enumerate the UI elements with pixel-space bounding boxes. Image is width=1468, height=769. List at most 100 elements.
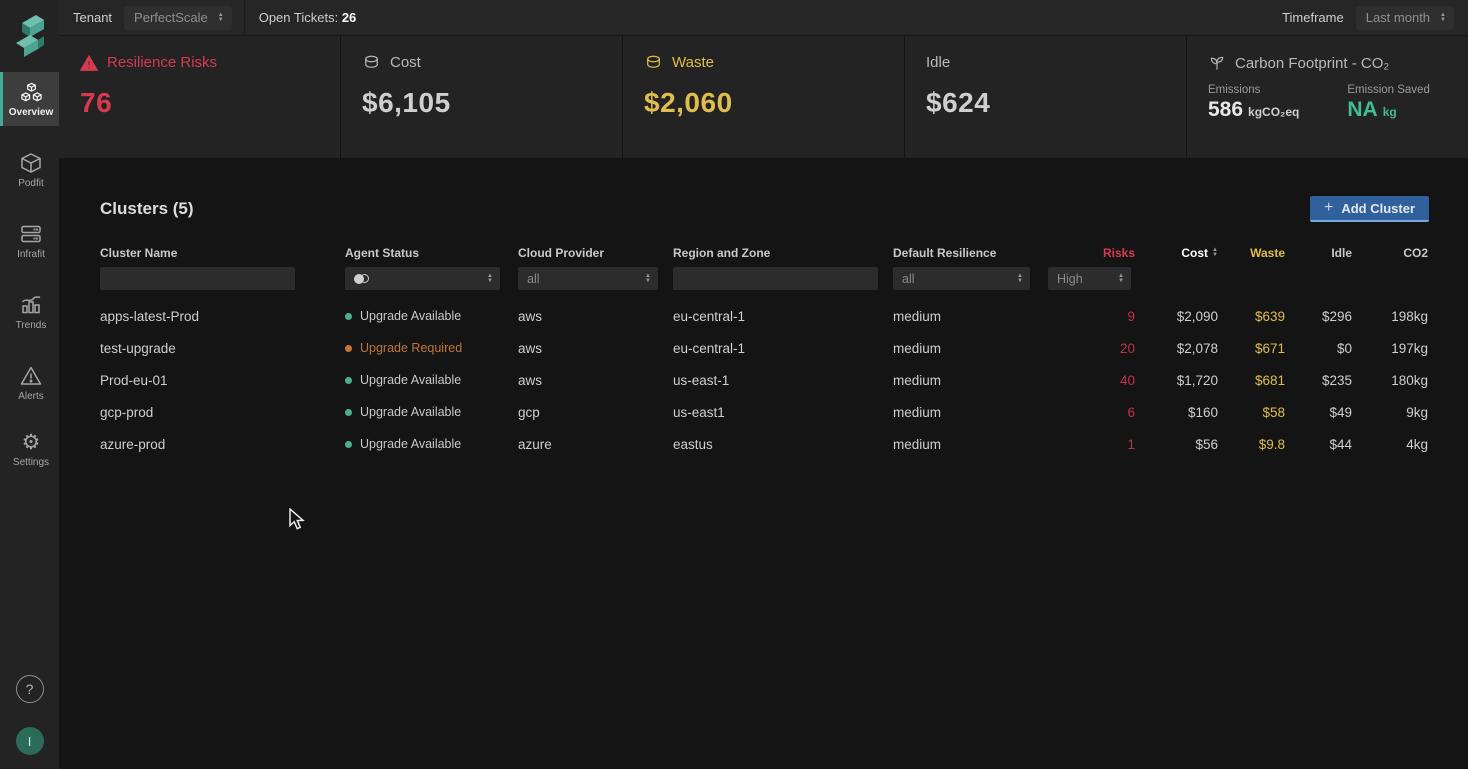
sidebar-item-label: Overview (9, 107, 53, 118)
timeframe-label: Timeframe (1282, 10, 1344, 25)
help-button[interactable]: ? (16, 675, 44, 703)
cloud-provider-filter-select[interactable]: all ▲▼ (518, 267, 658, 290)
tenant-select-value: PerfectScale (134, 10, 208, 25)
cell-cloud-provider: gcp (518, 405, 673, 420)
cell-co2: 9kg (1352, 405, 1428, 420)
status-label: Upgrade Required (360, 341, 462, 355)
kpi-idle[interactable]: Idle $624 (904, 36, 1186, 158)
cell-cloud-provider: aws (518, 309, 673, 324)
emission-saved-metric: Emission Saved NA kg (1347, 84, 1429, 122)
cell-cluster-name[interactable]: gcp-prod (100, 405, 345, 420)
risks-filter-select[interactable]: High ▲▼ (1048, 267, 1131, 290)
col-co2[interactable]: CO2 (1352, 246, 1428, 260)
col-idle[interactable]: Idle (1285, 246, 1352, 260)
cell-cluster-name[interactable]: azure-prod (100, 437, 345, 452)
cube-icon (19, 151, 43, 175)
servers-icon (19, 222, 43, 246)
col-risks[interactable]: Risks (1040, 246, 1135, 260)
cell-risks: 6 (1040, 405, 1135, 420)
risks-filter-value: High (1057, 272, 1083, 286)
coins-icon (362, 54, 381, 71)
sidebar-item-trends[interactable]: Trends (0, 284, 59, 339)
sidebar-item-overview[interactable]: Overview (0, 72, 59, 126)
kpi-resilience-risks[interactable]: Resilience Risks 76 (59, 36, 340, 158)
cell-cluster-name[interactable]: apps-latest-Prod (100, 309, 345, 324)
sidebar-item-settings[interactable]: ⚙ Settings (0, 426, 59, 476)
table-row[interactable]: apps-latest-Prod Upgrade Available aws e… (100, 300, 1428, 332)
cell-cloud-provider: azure (518, 437, 673, 452)
cell-waste: $9.8 (1218, 437, 1285, 452)
cell-region-zone: us-east1 (673, 405, 893, 420)
cell-region-zone: us-east-1 (673, 373, 893, 388)
col-waste[interactable]: Waste (1218, 246, 1285, 260)
emissions-value: 586 (1208, 98, 1243, 122)
cluster-name-filter-input[interactable] (100, 267, 295, 290)
open-tickets: Open Tickets: 26 (259, 10, 357, 25)
user-avatar[interactable]: I (16, 727, 44, 755)
cell-cluster-name[interactable]: test-upgrade (100, 341, 345, 356)
select-arrows-icon: ▲▼ (218, 13, 224, 23)
cell-agent-status: Upgrade Available (345, 405, 518, 419)
sidebar-item-alerts[interactable]: Alerts (0, 355, 59, 410)
select-arrows-icon: ▲▼ (1118, 274, 1124, 284)
sidebar-item-podfit[interactable]: Podfit (0, 142, 59, 197)
table-row[interactable]: gcp-prod Upgrade Available gcp us-east1 … (100, 396, 1428, 428)
select-arrows-icon: ▲▼ (487, 274, 493, 284)
kpi-value: $2,060 (644, 87, 904, 119)
default-resilience-filter-select[interactable]: all ▲▼ (893, 267, 1030, 290)
logo-icon (12, 15, 48, 57)
status-dot (345, 377, 352, 384)
cell-cost: $2,090 (1135, 309, 1218, 324)
cell-idle: $49 (1285, 405, 1352, 420)
tenant-select[interactable]: PerfectScale ▲▼ (124, 6, 232, 30)
col-cost-sort[interactable]: Cost ▲▼ (1135, 246, 1218, 260)
emission-saved-label: Emission Saved (1347, 84, 1429, 96)
cell-waste: $681 (1218, 373, 1285, 388)
table-body: apps-latest-Prod Upgrade Available aws e… (59, 300, 1468, 460)
leaf-icon (1208, 54, 1226, 72)
avatar-initial: I (28, 734, 32, 749)
timeframe-select[interactable]: Last month ▲▼ (1356, 6, 1454, 30)
perfectscale-logo[interactable] (0, 0, 59, 72)
main-content: Clusters (5) + Add Cluster Cluster Name … (59, 158, 1468, 769)
region-zone-filter-input[interactable] (673, 267, 878, 290)
sidebar-item-label: Alerts (18, 391, 44, 402)
table-row[interactable]: Prod-eu-01 Upgrade Available aws us-east… (100, 364, 1428, 396)
cell-idle: $0 (1285, 341, 1352, 356)
emissions-metric: Emissions 586 kgCO₂eq (1208, 84, 1299, 122)
plus-icon: + (1324, 199, 1333, 217)
cell-co2: 4kg (1352, 437, 1428, 452)
sidebar-item-label: Podfit (18, 178, 44, 189)
cell-default-resilience: medium (893, 341, 1040, 356)
select-arrows-icon: ▲▼ (1017, 274, 1023, 284)
kpi-carbon-footprint[interactable]: Carbon Footprint - CO₂ Emissions 586 kgC… (1186, 36, 1468, 158)
table-row[interactable]: test-upgrade Upgrade Required aws eu-cen… (100, 332, 1428, 364)
cell-agent-status: Upgrade Available (345, 309, 518, 323)
agent-status-filter-select[interactable]: ▲▼ (345, 267, 500, 290)
select-arrows-icon: ▲▼ (645, 274, 651, 284)
status-dot (345, 313, 352, 320)
sidebar-item-label: Infrafit (17, 249, 45, 260)
cell-cost: $2,078 (1135, 341, 1218, 356)
default-resilience-filter-value: all (902, 272, 915, 286)
add-cluster-button[interactable]: + Add Cluster (1310, 196, 1429, 222)
bar-chart-icon (19, 293, 43, 317)
toggle-icon (354, 274, 371, 284)
kpi-value: $624 (926, 87, 1186, 119)
kpi-value: $6,105 (362, 87, 622, 119)
emissions-unit: kgCO₂eq (1248, 105, 1299, 119)
col-cost-label: Cost (1181, 246, 1208, 260)
add-cluster-label: Add Cluster (1341, 201, 1415, 216)
status-label: Upgrade Available (360, 405, 461, 419)
cell-risks: 40 (1040, 373, 1135, 388)
cell-cluster-name[interactable]: Prod-eu-01 (100, 373, 345, 388)
kpi-cost[interactable]: Cost $6,105 (340, 36, 622, 158)
table-row[interactable]: azure-prod Upgrade Available azure eastu… (100, 428, 1428, 460)
kpi-waste[interactable]: Waste $2,060 (622, 36, 904, 158)
warning-triangle-icon (80, 55, 98, 71)
sidebar-item-label: Trends (16, 320, 47, 331)
sidebar-item-infrafit[interactable]: Infrafit (0, 213, 59, 268)
divider (244, 0, 245, 36)
cloud-provider-filter-value: all (527, 272, 540, 286)
cell-region-zone: eastus (673, 437, 893, 452)
